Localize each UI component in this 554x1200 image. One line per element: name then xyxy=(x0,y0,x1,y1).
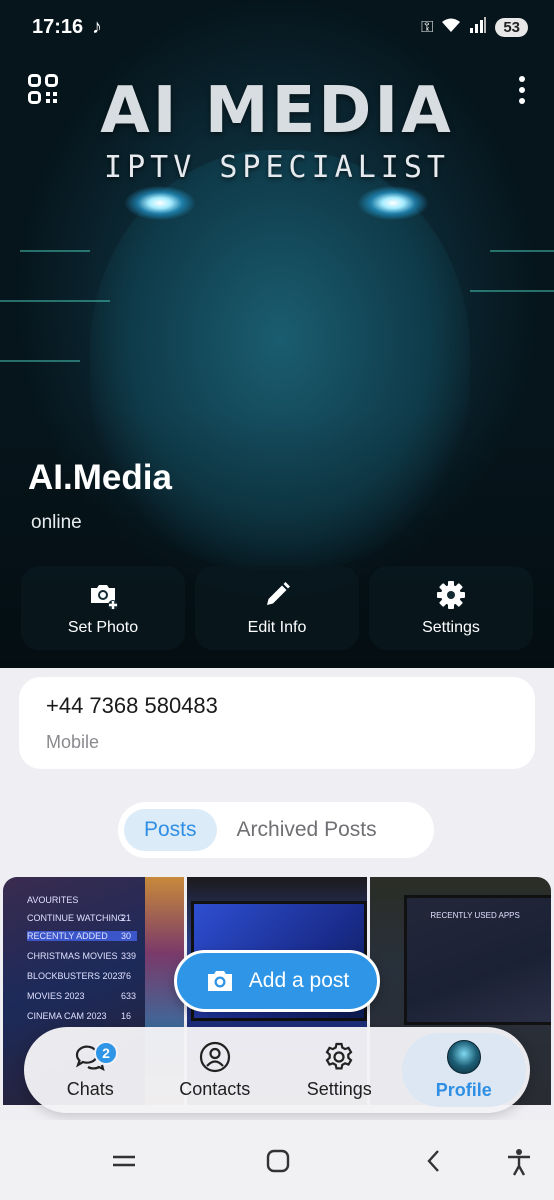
set-photo-label: Set Photo xyxy=(67,619,139,636)
profile-actions: Set Photo Edit Info Settings xyxy=(21,566,533,650)
phone-number: +44 7368 580483 xyxy=(46,693,218,718)
cover-circuit-line xyxy=(470,290,554,292)
add-post-button[interactable]: Add a post xyxy=(174,950,380,1012)
post-screen-heading: RECENTLY USED APPS xyxy=(430,911,520,920)
profile-status: online xyxy=(31,512,82,533)
post-menu-count: 76 xyxy=(121,971,132,981)
accessibility-icon[interactable] xyxy=(506,1148,532,1176)
signal-icon xyxy=(469,17,487,38)
chats-unread-badge: 2 xyxy=(94,1041,118,1065)
phone-label: Mobile xyxy=(46,732,100,752)
post-menu-row: MOVIES 2023 xyxy=(27,991,85,1001)
tab-archived-posts[interactable]: Archived Posts xyxy=(217,809,397,851)
post-menu-row: CONTINUE WATCHING xyxy=(27,913,125,923)
cover-circuit-line xyxy=(20,250,90,252)
status-icons: ⚿ 53 xyxy=(421,17,528,38)
bottom-navigation: 2 Chats Contacts Settings Profile xyxy=(24,1027,530,1113)
edit-info-label: Edit Info xyxy=(247,619,307,636)
tab-posts[interactable]: Posts xyxy=(124,809,217,851)
post-menu-count: 30 xyxy=(121,931,132,941)
back-icon[interactable] xyxy=(421,1148,447,1174)
avatar xyxy=(446,1039,481,1074)
post-menu-count: 339 xyxy=(121,951,137,961)
post-menu-count: 16 xyxy=(121,1011,132,1021)
post-menu-row: CINEMA CAM 2023 xyxy=(27,1011,107,1021)
vpn-key-icon: ⚿ xyxy=(421,18,434,36)
person-icon xyxy=(199,1041,230,1072)
nav-settings[interactable]: Settings xyxy=(277,1033,402,1107)
phone-info-card[interactable]: +44 7368 580483 Mobile xyxy=(19,677,535,769)
posts-tabs: Posts Archived Posts xyxy=(118,802,434,858)
add-post-label: Add a post xyxy=(248,969,350,992)
pencil-icon xyxy=(267,582,290,605)
nav-chats[interactable]: 2 Chats xyxy=(28,1033,153,1107)
cover-circuit-line xyxy=(0,360,80,362)
profile-name: AI.Media xyxy=(28,458,172,497)
status-time: 17:16 xyxy=(32,16,84,38)
cover-left-eye xyxy=(125,186,195,220)
tiktok-notification-icon: ♪ xyxy=(92,16,102,38)
cover-circuit-line xyxy=(490,250,554,252)
status-bar: 17:16 ♪ ⚿ 53 xyxy=(0,0,554,56)
cover-brand-subtitle: IPTV SPECIALIST xyxy=(104,150,450,185)
home-icon[interactable] xyxy=(265,1148,291,1174)
camera-add-icon xyxy=(91,585,118,610)
edit-info-button[interactable]: Edit Info xyxy=(195,566,359,650)
post-menu-row: CHRISTMAS MOVIES xyxy=(27,951,118,961)
nav-contacts-label: Contacts xyxy=(179,1078,251,1099)
nav-profile-label: Profile xyxy=(435,1079,492,1100)
gear-icon xyxy=(437,581,465,609)
nav-chats-label: Chats xyxy=(66,1078,114,1099)
cover-right-eye xyxy=(358,186,428,220)
more-menu-icon[interactable] xyxy=(518,76,526,104)
set-photo-button[interactable]: Set Photo xyxy=(21,566,185,650)
battery-indicator: 53 xyxy=(495,18,528,37)
post-menu-row: AVOURITES xyxy=(27,895,79,905)
settings-action-button[interactable]: Settings xyxy=(369,566,533,650)
post-menu-count: 633 xyxy=(121,991,137,1001)
profile-cover: AI MEDIA IPTV SPECIALIST 17:16 ♪ ⚿ 53 AI… xyxy=(0,0,554,668)
system-navigation-bar xyxy=(0,1120,554,1200)
post-menu-row: BLOCKBUSTERS 2023 xyxy=(27,971,123,981)
post-menu-count: 21 xyxy=(121,913,132,923)
gear-icon xyxy=(325,1042,353,1069)
nav-contacts[interactable]: Contacts xyxy=(153,1033,278,1107)
cover-circuit-line xyxy=(0,300,110,302)
camera-icon xyxy=(207,971,232,991)
qr-code-button[interactable] xyxy=(28,74,58,104)
recent-apps-icon[interactable] xyxy=(111,1148,137,1174)
wifi-icon xyxy=(441,17,461,38)
settings-action-label: Settings xyxy=(422,619,480,636)
nav-settings-label: Settings xyxy=(306,1078,372,1099)
qr-code-icon xyxy=(28,74,58,104)
cover-brand-title: AI MEDIA xyxy=(100,74,454,148)
nav-profile[interactable]: Profile xyxy=(401,1033,526,1107)
